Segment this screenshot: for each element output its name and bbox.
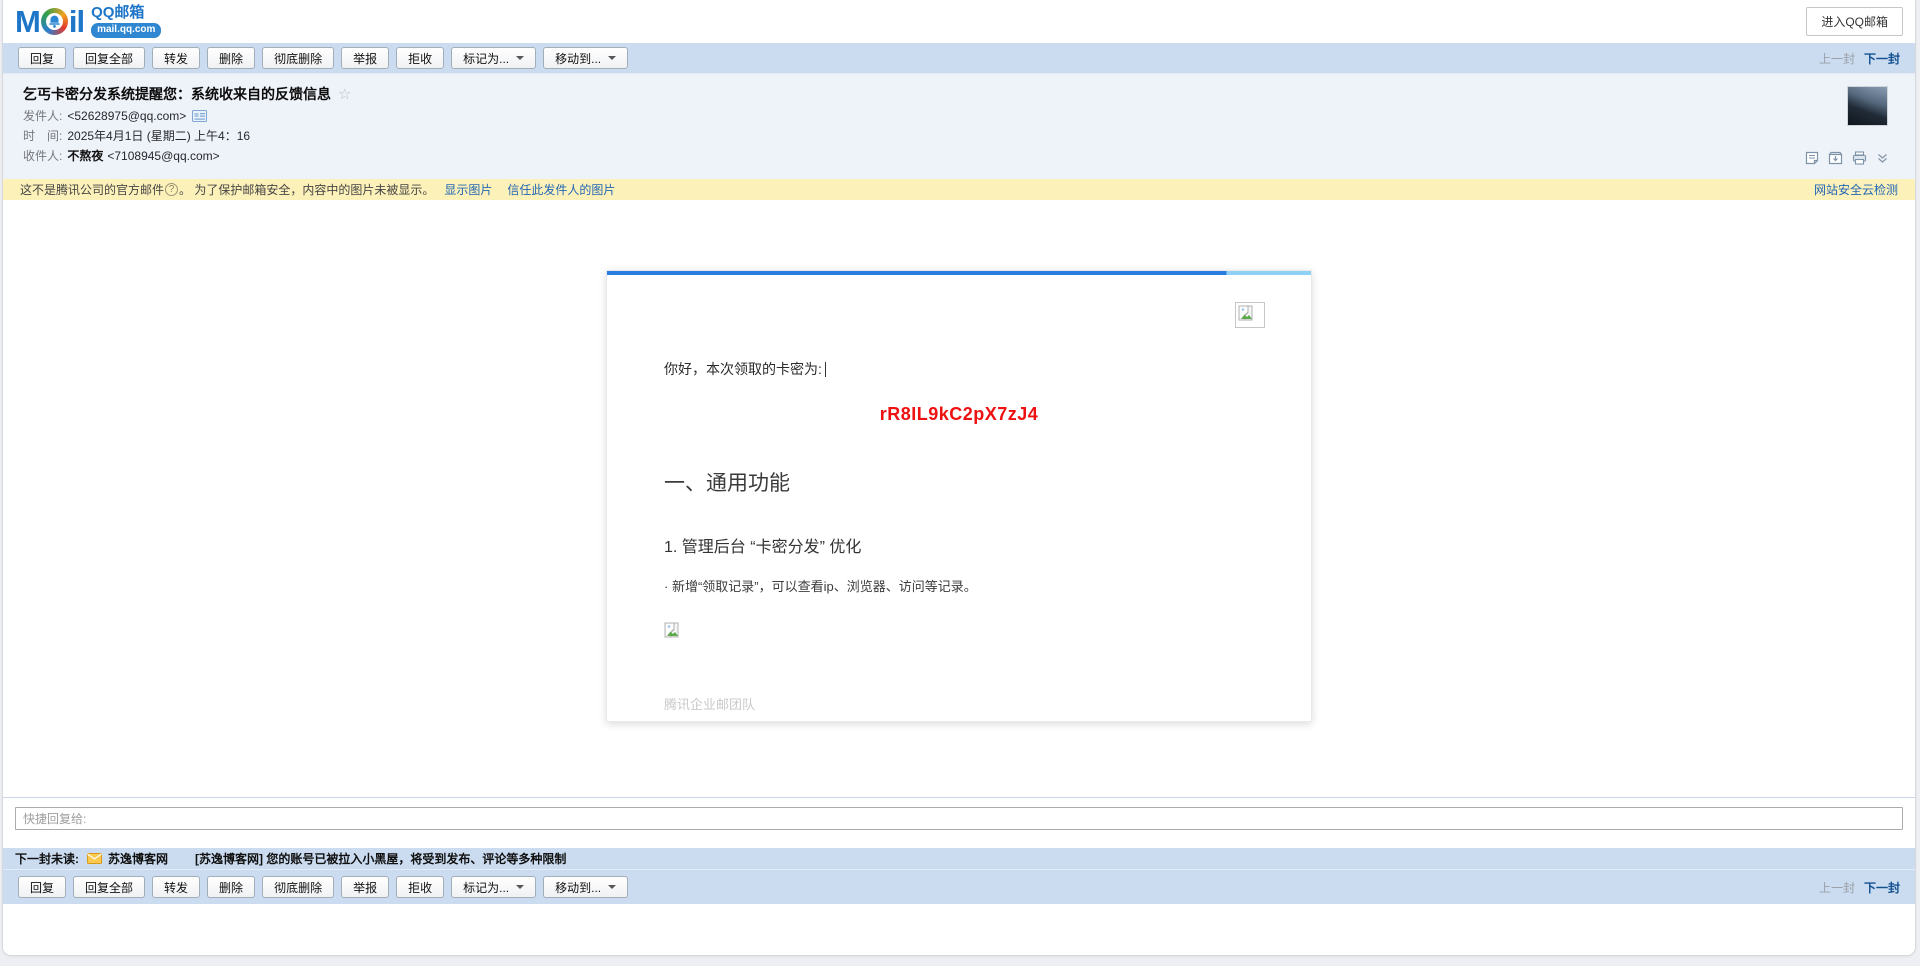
contact-card-icon[interactable] (192, 110, 207, 122)
toolbar-button[interactable]: 删除 (207, 47, 255, 69)
next-mail-link[interactable]: 下一封 (1864, 879, 1900, 896)
broken-image-icon (1238, 305, 1254, 321)
help-icon[interactable]: ? (165, 183, 178, 196)
toolbar-button[interactable]: 举报 (341, 876, 389, 898)
from-label: 发件人: (23, 108, 62, 124)
toolbar-button[interactable]: 转发 (152, 876, 200, 898)
mail-header: 乞丐卡密分发系统提醒您：系统收来自的反馈信息 ☆ 发件人: <52628975@… (3, 73, 1915, 179)
recipient-address: <7108945@qq.com> (107, 148, 219, 164)
next-unread-bar: 下一封未读: 苏逸博客网 [苏逸博客网] 您的账号已被拉入小黑屋，将受到发布、评… (3, 848, 1915, 870)
toolbar-button[interactable]: 删除 (207, 876, 255, 898)
greeting-text: 你好，本次领取的卡密为: (664, 359, 822, 379)
broken-image-icon (664, 622, 680, 638)
logo-ring-icon (41, 8, 68, 35)
bottom-toolbar-buttons: 回复 回复全部 转发 删除 彻底删除 举报 拒收 (18, 876, 444, 898)
from-address: <52628975@qq.com> (67, 108, 186, 124)
next-unread-label: 下一封未读: (15, 850, 79, 867)
mail-content-card: 你好，本次领取的卡密为: rR8IL9kC2pX7zJ4 一、通用功能 1. 管… (606, 270, 1312, 722)
toolbar-button[interactable]: 转发 (152, 47, 200, 69)
toolbar-button[interactable]: 回复全部 (73, 876, 145, 898)
save-to-folder-icon[interactable] (1828, 151, 1843, 165)
move-to-dropdown[interactable]: 移动到... (543, 47, 628, 69)
security-warning-bar: 这不是腾讯公司的官方邮件 ? 。 为了保护邮箱安全，内容中的图片未被显示。 显示… (3, 179, 1915, 200)
logo-letters-il: il (69, 6, 84, 37)
next-mail-link[interactable]: 下一封 (1864, 50, 1900, 67)
toolbar-button[interactable]: 彻底删除 (262, 876, 334, 898)
toolbar-button[interactable]: 回复全部 (73, 47, 145, 69)
card-code: rR8IL9kC2pX7zJ4 (664, 404, 1254, 425)
time-label: 时 间: (23, 128, 62, 144)
warning-text-2: 。 为了保护邮箱安全，内容中的图片未被显示。 (179, 181, 434, 198)
text-cursor (825, 362, 826, 377)
top-toolbar: 回复 回复全部 转发 删除 彻底删除 举报 拒收 标记为... 移动到... (3, 43, 1915, 73)
qqmail-window: M il QQ邮箱 mail.qq.com 进入QQ邮箱 (2, 0, 1916, 956)
toolbar-button[interactable]: 彻底删除 (262, 47, 334, 69)
card-accent-bar (607, 271, 1311, 275)
bell-icon (47, 14, 62, 29)
mark-as-dropdown[interactable]: 标记为... (451, 47, 536, 69)
product-name: QQ邮箱 (91, 5, 161, 20)
trust-sender-link[interactable]: 信任此发件人的图片 (507, 181, 615, 198)
sender-avatar[interactable] (1847, 86, 1888, 126)
recipient-name: 不熬夜 (67, 148, 103, 164)
double-chevron-down-icon[interactable] (1876, 152, 1889, 165)
toolbar-button[interactable]: 拒收 (396, 47, 444, 69)
section-title: 一、通用功能 (664, 467, 1254, 497)
blocked-image-placeholder[interactable] (1235, 302, 1265, 328)
toolbar-button[interactable]: 回复 (18, 47, 66, 69)
subsection-title: 1. 管理后台 “卡密分发” 优化 (664, 533, 1254, 557)
chevron-down-icon (608, 56, 616, 60)
bullet-text: · 新增“领取记录”，可以查看ip、浏览器、访问等记录。 (664, 576, 1254, 595)
quick-reply-input[interactable] (15, 807, 1903, 830)
next-unread-subject[interactable]: [苏逸博客网] 您的账号已被拉入小黑屋，将受到发布、评论等多种限制 (195, 850, 566, 867)
chevron-down-icon (608, 885, 616, 889)
next-unread-sender[interactable]: 苏逸博客网 (108, 850, 168, 867)
site-safety-link[interactable]: 网站安全云检测 (1814, 181, 1898, 198)
top-header-bar: M il QQ邮箱 mail.qq.com 进入QQ邮箱 (3, 0, 1915, 43)
warning-text: 这不是腾讯公司的官方邮件 (20, 181, 164, 198)
toolbar-button[interactable]: 举报 (341, 47, 389, 69)
toolbar-button[interactable]: 拒收 (396, 876, 444, 898)
quick-reply-bar (3, 797, 1915, 848)
chevron-down-icon (516, 885, 524, 889)
time-value: 2025年4月1日 (星期二) 上午4：16 (67, 128, 250, 144)
mail-body-area: 你好，本次领取的卡密为: rR8IL9kC2pX7zJ4 一、通用功能 1. 管… (3, 200, 1915, 797)
product-domain-badge: mail.qq.com (91, 23, 161, 38)
toolbar-button[interactable]: 回复 (18, 876, 66, 898)
chevron-down-icon (516, 56, 524, 60)
note-icon[interactable] (1805, 151, 1819, 165)
envelope-icon (87, 853, 102, 864)
move-to-dropdown[interactable]: 移动到... (543, 876, 628, 898)
qqmail-logo[interactable]: M il QQ邮箱 mail.qq.com (15, 5, 161, 38)
star-icon[interactable]: ☆ (338, 85, 351, 103)
print-icon[interactable] (1852, 151, 1867, 165)
signature-text: 腾讯企业邮团队 (664, 694, 1254, 713)
previous-mail-link[interactable]: 上一封 (1819, 879, 1855, 896)
to-label: 收件人: (23, 148, 62, 164)
enter-qqmail-button[interactable]: 进入QQ邮箱 (1806, 7, 1903, 36)
bottom-toolbar: 回复 回复全部 转发 删除 彻底删除 举报 拒收 标记为... 移动到... (3, 870, 1915, 904)
top-toolbar-buttons: 回复 回复全部 转发 删除 彻底删除 举报 拒收 (18, 47, 444, 69)
show-images-link[interactable]: 显示图片 (444, 181, 492, 198)
previous-mail-link[interactable]: 上一封 (1819, 50, 1855, 67)
mail-subject: 乞丐卡密分发系统提醒您：系统收来自的反馈信息 (23, 84, 331, 104)
logo-letter-m: M (15, 6, 40, 37)
blocked-image-placeholder-2[interactable] (664, 622, 1254, 638)
bottom-whitespace (3, 904, 1915, 956)
mark-as-dropdown[interactable]: 标记为... (451, 876, 536, 898)
